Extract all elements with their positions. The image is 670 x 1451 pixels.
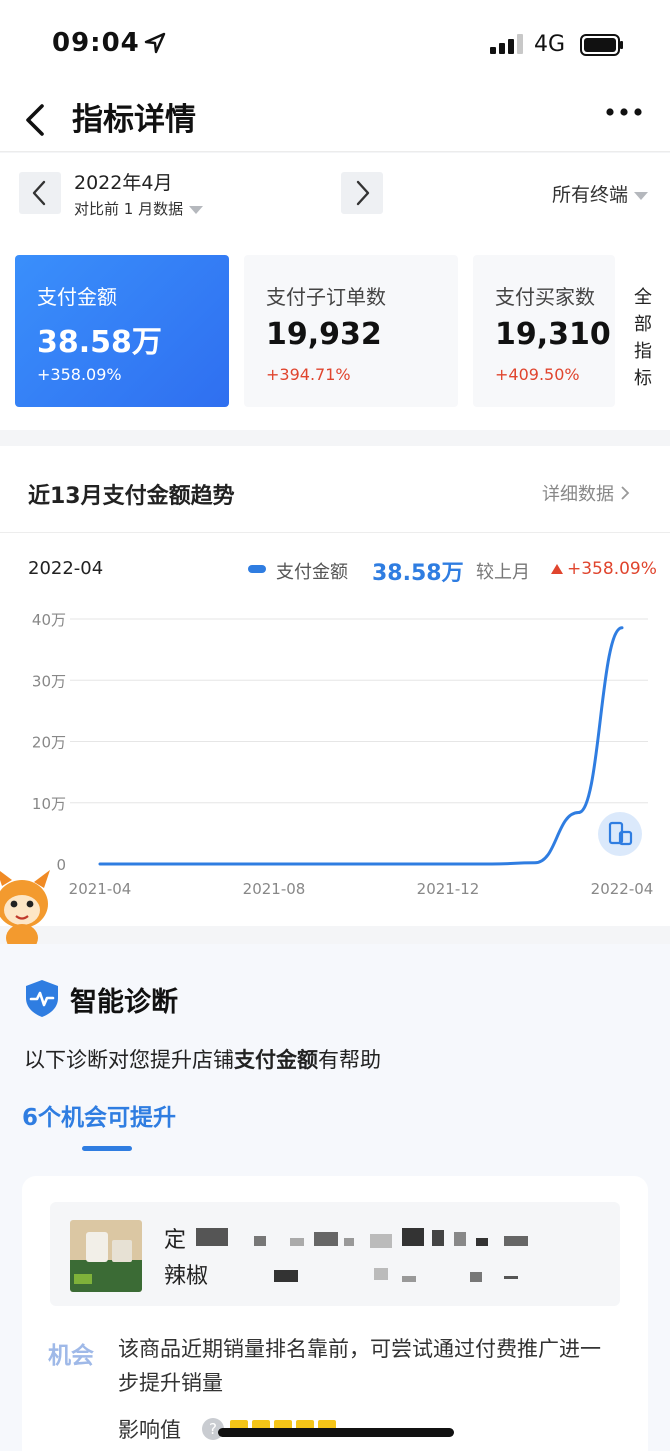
metric-label: 支付买家数 [495,285,595,309]
metric-label: 支付子订单数 [266,285,386,309]
desc-text: 以下诊断对您提升店铺 [24,1048,234,1072]
terminal-label: 所有终端 [552,184,629,206]
opportunity-text: 该商品近期销量排名靠前，可尝试通过付费推广进一步提升销量 [118,1337,601,1395]
desc-text: 有帮助 [318,1048,381,1072]
compare-label: 对比前 1 月数据 [74,200,184,218]
legend-series-name: 支付金额 [276,562,348,583]
detail-data-link[interactable]: 详细数据 [542,480,630,506]
tab-opportunities[interactable]: 6个机会可提升 [22,1098,176,1132]
product-subtitle: 辣椒 [164,1264,209,1289]
chevron-right-icon [621,486,630,500]
signal-icon [490,34,523,54]
metric-card-payment-amount[interactable]: 支付金额 38.58万 +358.09% [15,255,229,407]
metric-delta: +358.09% [37,365,122,384]
page-title: 指标详情 [72,102,196,138]
x-tick-label: 2021-08 [243,880,306,898]
compare-period-label: 较上月 [476,562,530,583]
metric-card-sub-orders[interactable]: 支付子订单数 19,932 +394.71% [244,255,458,407]
fullscreen-button[interactable] [598,812,642,856]
dropdown-caret-icon [189,205,204,214]
redacted-text [274,1268,518,1282]
y-tick-label: 20万 [32,734,66,752]
trend-title: 近13月支付金额趋势 [28,484,235,509]
metric-delta: +394.71% [266,365,351,384]
metric-value: 19,932 [266,317,382,352]
series-line [98,626,624,866]
opportunity-tag: 机会 [48,1343,94,1369]
metric-value: 38.58万 [37,325,162,360]
diagnosis-description: 以下诊断对您提升店铺支付金额有帮助 [24,1044,381,1074]
terminal-selector[interactable]: 所有终端 [552,180,649,207]
chevron-right-icon [356,180,370,206]
metric-delta: +409.50% [495,365,580,384]
tab-indicator [82,1146,132,1151]
shield-pulse-icon [26,980,58,1017]
battery-icon [580,34,623,56]
all-metrics-button[interactable]: 全部指标 [630,284,656,392]
selected-month[interactable]: 2022年4月 [74,168,172,195]
y-tick-label: 40万 [32,611,66,629]
next-month-button[interactable] [341,172,383,214]
more-icon[interactable] [604,102,644,122]
mascot-icon[interactable] [0,866,58,956]
product-thumbnail [70,1220,142,1292]
x-tick-label: 2021-04 [69,880,132,898]
detail-data-label: 详细数据 [542,484,614,505]
rotate-screen-icon [608,821,633,846]
chart-selected-date: 2022-04 [28,558,104,579]
location-arrow-icon [144,32,166,54]
metric-value: 19,310 [495,317,611,352]
x-tick-label: 2022-04 [591,880,654,898]
trend-up-icon [551,564,563,574]
impact-label: 影响值 [118,1418,181,1442]
legend-swatch [248,565,266,573]
metric-card-buyers[interactable]: 支付买家数 19,310 +409.50% [473,255,615,407]
y-tick-label: 10万 [32,795,66,813]
legend-value: 38.58万 [372,561,464,586]
chevron-left-icon [32,180,46,206]
prev-month-button[interactable] [19,172,61,214]
redacted-text [196,1228,528,1248]
back-icon[interactable] [22,100,48,140]
home-indicator [218,1428,454,1437]
compare-period-value: +358.09% [567,559,657,579]
compare-selector[interactable]: 对比前 1 月数据 [74,198,204,219]
status-time: 09:04 [52,28,140,58]
metric-label: 支付金额 [37,285,117,309]
trend-chart[interactable]: 010万20万30万40万2021-04 2021-08 2021-12 2022-0… [0,595,670,915]
network-type: 4G [534,32,566,57]
divider [0,532,670,533]
x-tick-label: 2021-12 [417,880,480,898]
dropdown-caret-icon [634,191,649,200]
product-title: 定 [164,1228,187,1253]
desc-highlight: 支付金额 [234,1048,318,1072]
diagnosis-title: 智能诊断 [70,987,178,1018]
y-tick-label: 30万 [32,672,66,690]
